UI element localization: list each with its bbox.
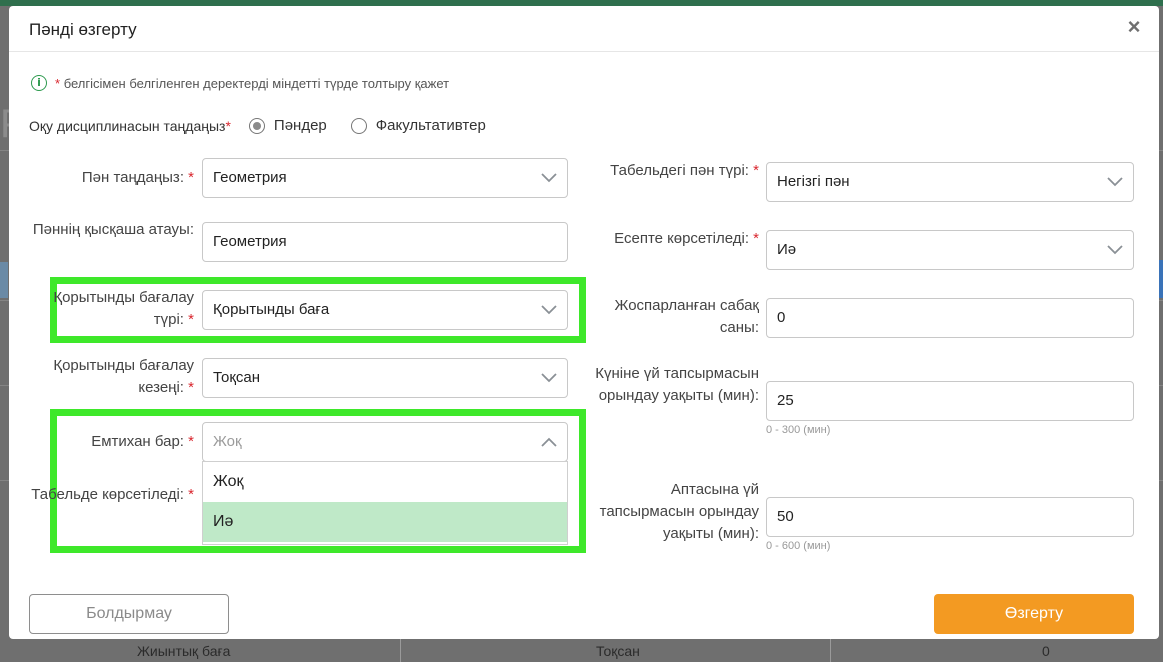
exam-label: Емтихан бар: * xyxy=(91,433,194,450)
chevron-up-icon xyxy=(541,437,557,447)
short-name-input[interactable]: Геометрия xyxy=(202,222,568,262)
final-period-select[interactable]: Тоқсан xyxy=(202,358,568,398)
report-shown-label: Есепте көрсетіледі: * xyxy=(614,230,759,247)
modal-header: Пәнді өзгерту × xyxy=(9,6,1159,52)
tabel-type-value: Негізгі пән xyxy=(777,173,850,190)
tabel-shown-label: Табельде көрсетіледі: * xyxy=(31,486,194,503)
short-name-label: Пәннің қысқаша атауы: xyxy=(32,221,194,238)
final-period-label: Қорытынды бағалау кезеңі: * xyxy=(53,357,194,396)
radio-subjects-label: Пәндер xyxy=(273,117,327,134)
radio-subjects-indicator[interactable] xyxy=(248,117,265,134)
planned-lessons-value: 0 xyxy=(777,309,786,326)
tabel-type-label: Табельдегі пән түрі: * xyxy=(610,162,759,179)
background-table-cell: Тоқсан xyxy=(596,643,640,659)
close-icon[interactable]: × xyxy=(1123,15,1145,39)
discipline-selector: Оқу дисциплинасын таңдаңыз * Пәндер Факул… xyxy=(29,117,486,134)
radio-electives-indicator[interactable] xyxy=(350,117,367,134)
exam-select-value: Жоқ xyxy=(213,433,242,450)
weekly-homework-value: 50 xyxy=(777,508,794,525)
weekly-homework-label: Аптасына үй тапсырмасын орындау уақыты (… xyxy=(599,481,759,542)
tabel-type-select[interactable]: Негізгі пән xyxy=(766,162,1134,202)
radio-subjects[interactable]: Пәндер xyxy=(248,117,327,134)
radio-electives-label: Факультативтер xyxy=(375,117,486,134)
subject-select[interactable]: Геометрия xyxy=(202,158,568,198)
chevron-down-icon xyxy=(541,305,557,315)
discipline-label: Оқу дисциплинасын таңдаңыз xyxy=(29,117,226,134)
exam-select[interactable]: Жоқ xyxy=(202,422,568,462)
subject-label: Пән таңдаңыз: * xyxy=(81,169,194,186)
daily-homework-label: Күніне үй тапсырмасын орындау уақыты (ми… xyxy=(595,365,759,404)
daily-homework-value: 25 xyxy=(777,392,794,409)
exam-option-yes[interactable]: Иә xyxy=(203,502,567,542)
final-type-select[interactable]: Қорытынды баға xyxy=(202,290,568,330)
weekly-homework-input[interactable]: 50 xyxy=(766,497,1134,537)
background-button-fragment xyxy=(0,262,8,298)
exam-dropdown: Жоқ Иә xyxy=(202,461,568,545)
save-button[interactable]: Өзгерту xyxy=(934,594,1134,634)
daily-homework-input[interactable]: 25 xyxy=(766,381,1134,421)
report-shown-value: Иә xyxy=(777,241,797,258)
exam-option-no[interactable]: Жоқ xyxy=(203,462,567,502)
chevron-down-icon xyxy=(1107,177,1123,187)
background-table-cell: 0 xyxy=(1042,643,1050,659)
chevron-down-icon xyxy=(541,173,557,183)
background-table-cell: Жиынтық баға xyxy=(137,643,231,659)
final-period-value: Тоқсан xyxy=(213,369,261,386)
required-mark: * xyxy=(55,75,61,91)
subject-select-value: Геометрия xyxy=(213,169,287,186)
edit-subject-modal: Пәнді өзгерту × i * белгісімен белгіленг… xyxy=(9,6,1159,639)
required-notice-text: белгісімен белгіленген деректерді міндет… xyxy=(63,75,450,91)
cancel-button[interactable]: Болдырмау xyxy=(29,594,229,634)
planned-lessons-input[interactable]: 0 xyxy=(766,298,1134,338)
daily-homework-hint: 0 - 300 (мин) xyxy=(766,424,831,436)
modal-title: Пәнді өзгерту xyxy=(29,20,137,39)
report-shown-select[interactable]: Иә xyxy=(766,230,1134,270)
required-mark: * xyxy=(225,117,231,134)
chevron-down-icon xyxy=(1107,245,1123,255)
planned-lessons-label: Жоспарланған сабақ саны: xyxy=(614,297,759,336)
final-type-value: Қорытынды баға xyxy=(213,301,330,318)
short-name-value: Геометрия xyxy=(213,233,287,250)
chevron-down-icon xyxy=(541,373,557,383)
final-type-label: Қорытынды бағалау түрі: * xyxy=(53,289,194,328)
radio-electives[interactable]: Факультативтер xyxy=(350,117,486,134)
weekly-homework-hint: 0 - 600 (мин) xyxy=(766,540,831,552)
info-icon: i xyxy=(31,75,47,91)
required-notice: i * белгісімен белгіленген деректерді мі… xyxy=(31,75,449,91)
